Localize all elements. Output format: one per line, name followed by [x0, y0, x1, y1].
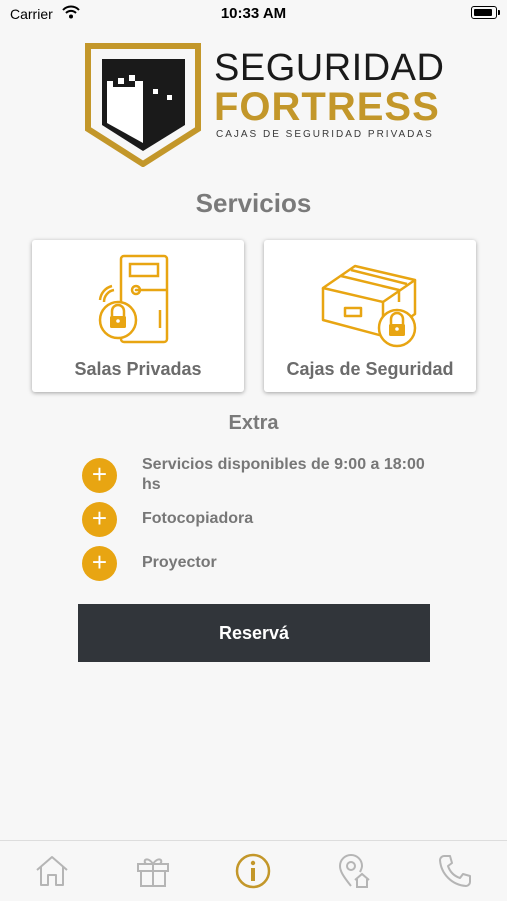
tab-info[interactable]	[233, 851, 273, 891]
plus-icon: +	[82, 502, 117, 537]
reserve-button[interactable]: Reservá	[78, 604, 430, 662]
brand-name-line2: FORTRESS	[214, 85, 440, 129]
tab-gift[interactable]	[133, 851, 173, 891]
tab-home[interactable]	[32, 851, 72, 891]
plus-icon: +	[82, 546, 117, 581]
battery-icon	[471, 6, 500, 19]
gift-icon	[137, 858, 169, 887]
service-card-label: Salas Privadas	[74, 359, 202, 379]
plus-icon: +	[82, 458, 117, 493]
location-home-icon	[338, 854, 370, 888]
safe-box-lock-icon	[264, 250, 476, 350]
tab-phone[interactable]	[435, 851, 475, 891]
phone-icon	[439, 855, 471, 887]
service-card-label: Cajas de Seguridad	[286, 359, 454, 379]
services-title: Servicios	[195, 188, 312, 218]
brand-name-line1: SEGURIDAD	[214, 47, 445, 89]
tab-bar	[0, 840, 507, 901]
status-bar: Carrier 10:33 AM	[0, 0, 507, 28]
service-card-salas-privadas[interactable]: Salas Privadas	[32, 240, 244, 392]
private-room-door-lock-icon	[32, 250, 244, 350]
extra-title: Extra	[228, 412, 279, 434]
tab-location[interactable]	[334, 851, 374, 891]
extra-item-text: Fotocopiadora	[142, 510, 254, 527]
service-card-cajas-de-seguridad[interactable]: Cajas de Seguridad	[264, 240, 476, 392]
shield-logo-icon	[85, 43, 201, 172]
extra-item-text: Servicios disponibles de 9:00 a 18:00 hs	[142, 456, 425, 493]
status-time: 10:33 AM	[220, 5, 287, 22]
extra-item-text: Proyector	[142, 554, 217, 571]
brand-tagline: CAJAS DE SEGURIDAD PRIVADAS	[216, 129, 434, 140]
home-icon	[36, 856, 68, 886]
info-icon	[235, 853, 271, 889]
